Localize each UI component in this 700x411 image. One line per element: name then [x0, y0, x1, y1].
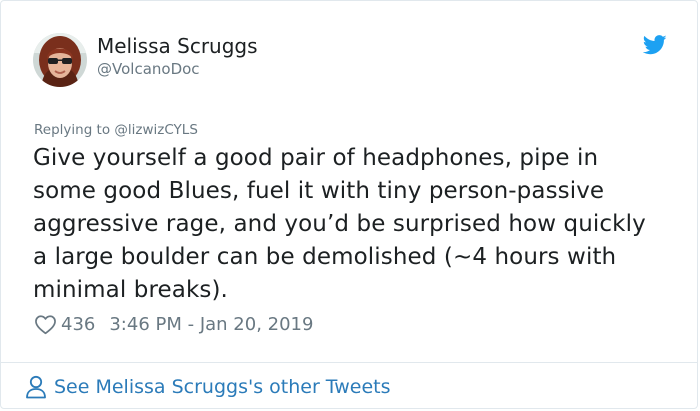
like-count: 436 — [61, 313, 96, 335]
like-button[interactable]: 436 — [34, 314, 109, 335]
tweet-text-line: a large boulder can be demolished (~4 ho… — [33, 244, 617, 270]
twitter-bird-icon[interactable] — [643, 35, 667, 55]
person-icon — [26, 375, 46, 399]
see-more-tweets-link[interactable]: See Melissa Scruggs's other Tweets — [25, 373, 391, 401]
tweet-text: Give yourself a good pair of headphones,… — [33, 142, 683, 307]
tweet-timestamp[interactable]: 3:46 PM - Jan 20, 2019 — [109, 314, 313, 335]
tweet-text-line: minimal breaks). — [33, 277, 228, 303]
tweet-text-line: some good Blues, fuel it with tiny perso… — [33, 178, 605, 204]
tweet-text-line: aggressive rage, and you’d be surprised … — [33, 211, 646, 237]
heart-icon — [35, 314, 56, 334]
author-display-name[interactable]: Melissa Scruggs — [97, 34, 258, 58]
tweet-text-line: Give yourself a good pair of headphones,… — [33, 145, 599, 171]
divider — [1, 362, 697, 363]
replying-to-label[interactable]: Replying to @lizwizCYLS — [34, 122, 198, 138]
avatar[interactable] — [33, 33, 87, 87]
see-more-tweets-label: See Melissa Scruggs's other Tweets — [54, 376, 391, 398]
tweet-meta: 436 3:46 PM - Jan 20, 2019 — [34, 311, 313, 337]
author-handle[interactable]: @VolcanoDoc — [97, 60, 200, 78]
tweet-card: Melissa Scruggs @VolcanoDoc Replying to … — [0, 0, 698, 409]
avatar-photo — [33, 33, 87, 87]
